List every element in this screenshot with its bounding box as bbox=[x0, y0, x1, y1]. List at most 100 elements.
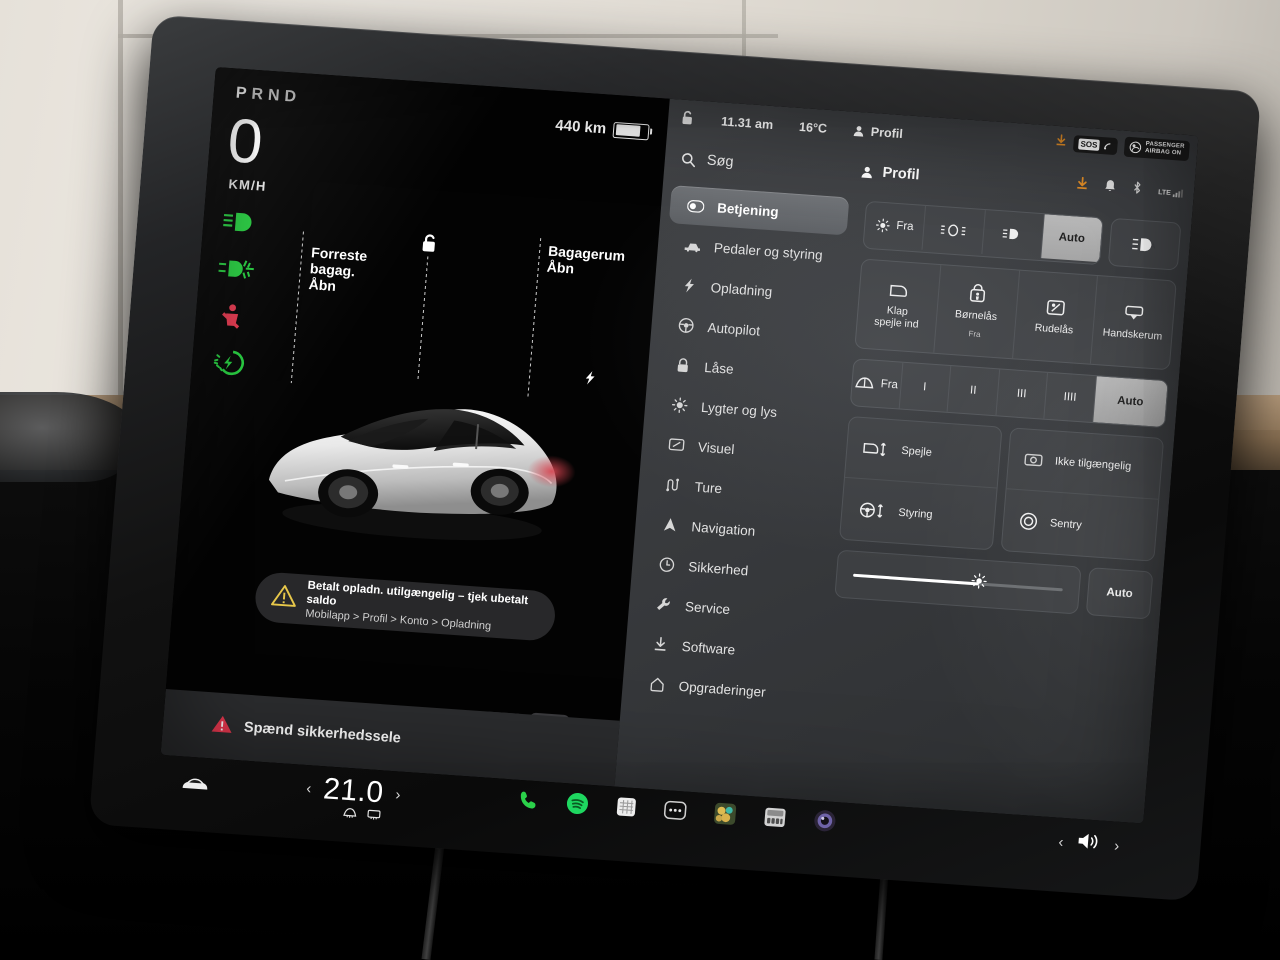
charging-warning-toast[interactable]: Betalt opladn. utilgængelig – tjek ubeta… bbox=[253, 571, 557, 642]
arcade-app-icon[interactable] bbox=[712, 802, 737, 832]
wiper-3-label: III bbox=[1016, 387, 1027, 401]
airbag-icon bbox=[1129, 141, 1142, 154]
fold-mirrors-label: Klap spejle ind bbox=[873, 304, 920, 331]
sos-label: SOS bbox=[1078, 137, 1100, 151]
wiper-speed-control: Fra I II III IIII Auto bbox=[849, 358, 1169, 429]
sos-button[interactable]: SOS bbox=[1072, 134, 1119, 155]
search-input[interactable]: Søg bbox=[664, 150, 861, 180]
window-lock-label: Rudelås bbox=[1034, 321, 1074, 337]
calendar-app-icon[interactable] bbox=[615, 796, 638, 823]
lock-icon bbox=[677, 358, 688, 373]
defrost-buttons bbox=[342, 806, 382, 827]
brightness-icon[interactable] bbox=[970, 572, 989, 595]
lte-signal-icon[interactable]: LTE bbox=[1158, 187, 1184, 198]
glovebox-button[interactable]: Handskerum bbox=[1091, 276, 1176, 369]
low-beam-button[interactable] bbox=[981, 210, 1045, 259]
signal-wave-icon bbox=[1104, 142, 1111, 149]
settings-panel: 11.31 am 16°C Profil SOS PASSENGER AIRBA… bbox=[614, 98, 1199, 824]
volume-decrease-button[interactable]: ‹ bbox=[1058, 833, 1064, 850]
sidebar-label: Lygter og lys bbox=[700, 399, 778, 420]
mirrors-adjust-button[interactable]: Spejle bbox=[844, 417, 1002, 489]
window-lock-button[interactable]: Rudelås bbox=[1012, 270, 1099, 364]
auto-high-beam-button[interactable]: A bbox=[1107, 217, 1182, 271]
car-icon[interactable] bbox=[179, 774, 211, 799]
sidebar-label: Service bbox=[684, 598, 731, 617]
bolt-icon bbox=[684, 278, 694, 293]
screen-surface: PRND 0 KM/H 440 km Forreste bagag. Åbn B… bbox=[160, 67, 1199, 824]
temp-decrease-button[interactable]: ‹ bbox=[306, 780, 312, 797]
fold-mirrors-button[interactable]: Klap spejle ind bbox=[855, 259, 942, 353]
dashcam-button[interactable]: Ikke tilgængelig bbox=[1006, 428, 1164, 500]
sentry-mode-button[interactable]: Sentry bbox=[1002, 489, 1159, 560]
wiper-2-label: II bbox=[969, 384, 977, 397]
status-temperature[interactable]: 16°C bbox=[799, 120, 828, 136]
person-icon bbox=[861, 166, 872, 178]
download-icon[interactable] bbox=[1076, 176, 1089, 196]
sun-icon bbox=[671, 397, 688, 413]
wiper-speed-4-button[interactable]: IIII bbox=[1044, 372, 1097, 423]
wiper-4-label: IIII bbox=[1063, 390, 1077, 404]
rear-defrost-icon[interactable] bbox=[366, 807, 382, 826]
steering-adjust-label: Styring bbox=[897, 506, 934, 521]
wiper-speed-3-button[interactable]: III bbox=[996, 369, 1049, 419]
temperature-value[interactable]: 21.0 bbox=[322, 772, 385, 810]
brightness-track bbox=[853, 573, 1063, 591]
more-apps-icon[interactable] bbox=[663, 800, 688, 826]
ready-to-drive-icon bbox=[209, 348, 251, 377]
bell-icon[interactable] bbox=[1104, 178, 1117, 198]
profile-label: Profil bbox=[881, 164, 921, 184]
parking-lights-icon bbox=[941, 224, 967, 236]
gear-rest: RND bbox=[250, 85, 302, 107]
front-trunk-callout[interactable]: Forreste bagag. Åbn bbox=[308, 244, 368, 296]
child-lock-label: Børnelås bbox=[954, 307, 998, 323]
unlocked-padlock-icon[interactable] bbox=[418, 232, 440, 260]
bluetooth-icon[interactable] bbox=[1132, 180, 1144, 200]
wiper-1-label: I bbox=[922, 381, 927, 394]
headlight-off-button[interactable]: Fra bbox=[863, 201, 927, 250]
parking-lights-button[interactable] bbox=[922, 205, 986, 254]
wiper-speed-2-button[interactable]: II bbox=[947, 366, 1000, 416]
brightness-auto-button[interactable]: Auto bbox=[1085, 567, 1154, 620]
volume-icon[interactable] bbox=[1075, 831, 1102, 857]
sidebar-label: Sikkerhed bbox=[687, 558, 749, 578]
battery-icon bbox=[612, 121, 650, 140]
sidebar-label: Opgraderinger bbox=[678, 678, 767, 700]
camera-app-icon[interactable] bbox=[812, 809, 837, 839]
sidebar-label: Opladning bbox=[710, 279, 773, 299]
wiper-speed-1-button[interactable]: I bbox=[899, 362, 952, 412]
trips-icon bbox=[666, 478, 679, 492]
passenger-airbag-badge: PASSENGER AIRBAG ON bbox=[1123, 136, 1191, 162]
glovebox-icon bbox=[1125, 305, 1144, 320]
volume-increase-button[interactable]: › bbox=[1114, 837, 1120, 854]
vehicle-3d-render[interactable] bbox=[240, 339, 585, 561]
headlight-mode-row: Fra Auto A bbox=[862, 200, 1182, 271]
status-profile-label: Profil bbox=[870, 124, 904, 142]
child-lock-button[interactable]: Børnelås Fra bbox=[934, 265, 1020, 359]
phone-app-icon[interactable] bbox=[517, 789, 540, 816]
adjust-right-column: Ikke tilgængelig Sentry bbox=[1000, 427, 1165, 562]
wiper-auto-button[interactable]: Auto bbox=[1092, 376, 1168, 428]
headlight-segmented-control: Fra Auto bbox=[862, 200, 1104, 266]
status-download-icon[interactable] bbox=[1055, 134, 1067, 151]
sentry-icon bbox=[1020, 512, 1038, 530]
brightness-slider[interactable] bbox=[834, 549, 1082, 615]
front-fog-light-icon bbox=[217, 255, 259, 284]
low-beam-icon bbox=[1002, 228, 1018, 240]
steering-adjust-button[interactable]: Styring bbox=[840, 478, 997, 549]
rear-trunk-callout[interactable]: Bagagerum Åbn bbox=[546, 243, 625, 280]
front-defrost-icon[interactable] bbox=[342, 806, 358, 825]
spotify-app-icon[interactable] bbox=[565, 791, 590, 821]
sidebar-label: Betjening bbox=[716, 199, 780, 220]
brightness-row: Auto bbox=[834, 549, 1154, 620]
profile-button[interactable]: Profil bbox=[860, 163, 920, 183]
wiper-auto-label: Auto bbox=[1116, 394, 1144, 409]
temp-increase-button[interactable]: › bbox=[395, 786, 401, 803]
status-time[interactable]: 11.31 am bbox=[721, 114, 774, 132]
status-profile-button[interactable]: Profil bbox=[852, 124, 903, 141]
headlight-auto-button[interactable]: Auto bbox=[1040, 214, 1103, 263]
wiper-off-button[interactable]: Fra bbox=[850, 359, 903, 409]
toybox-app-icon[interactable] bbox=[762, 806, 787, 834]
search-placeholder: Søg bbox=[706, 152, 735, 171]
sidebar-label: Visuel bbox=[697, 439, 736, 457]
statusbar-lock-icon[interactable] bbox=[679, 109, 696, 130]
